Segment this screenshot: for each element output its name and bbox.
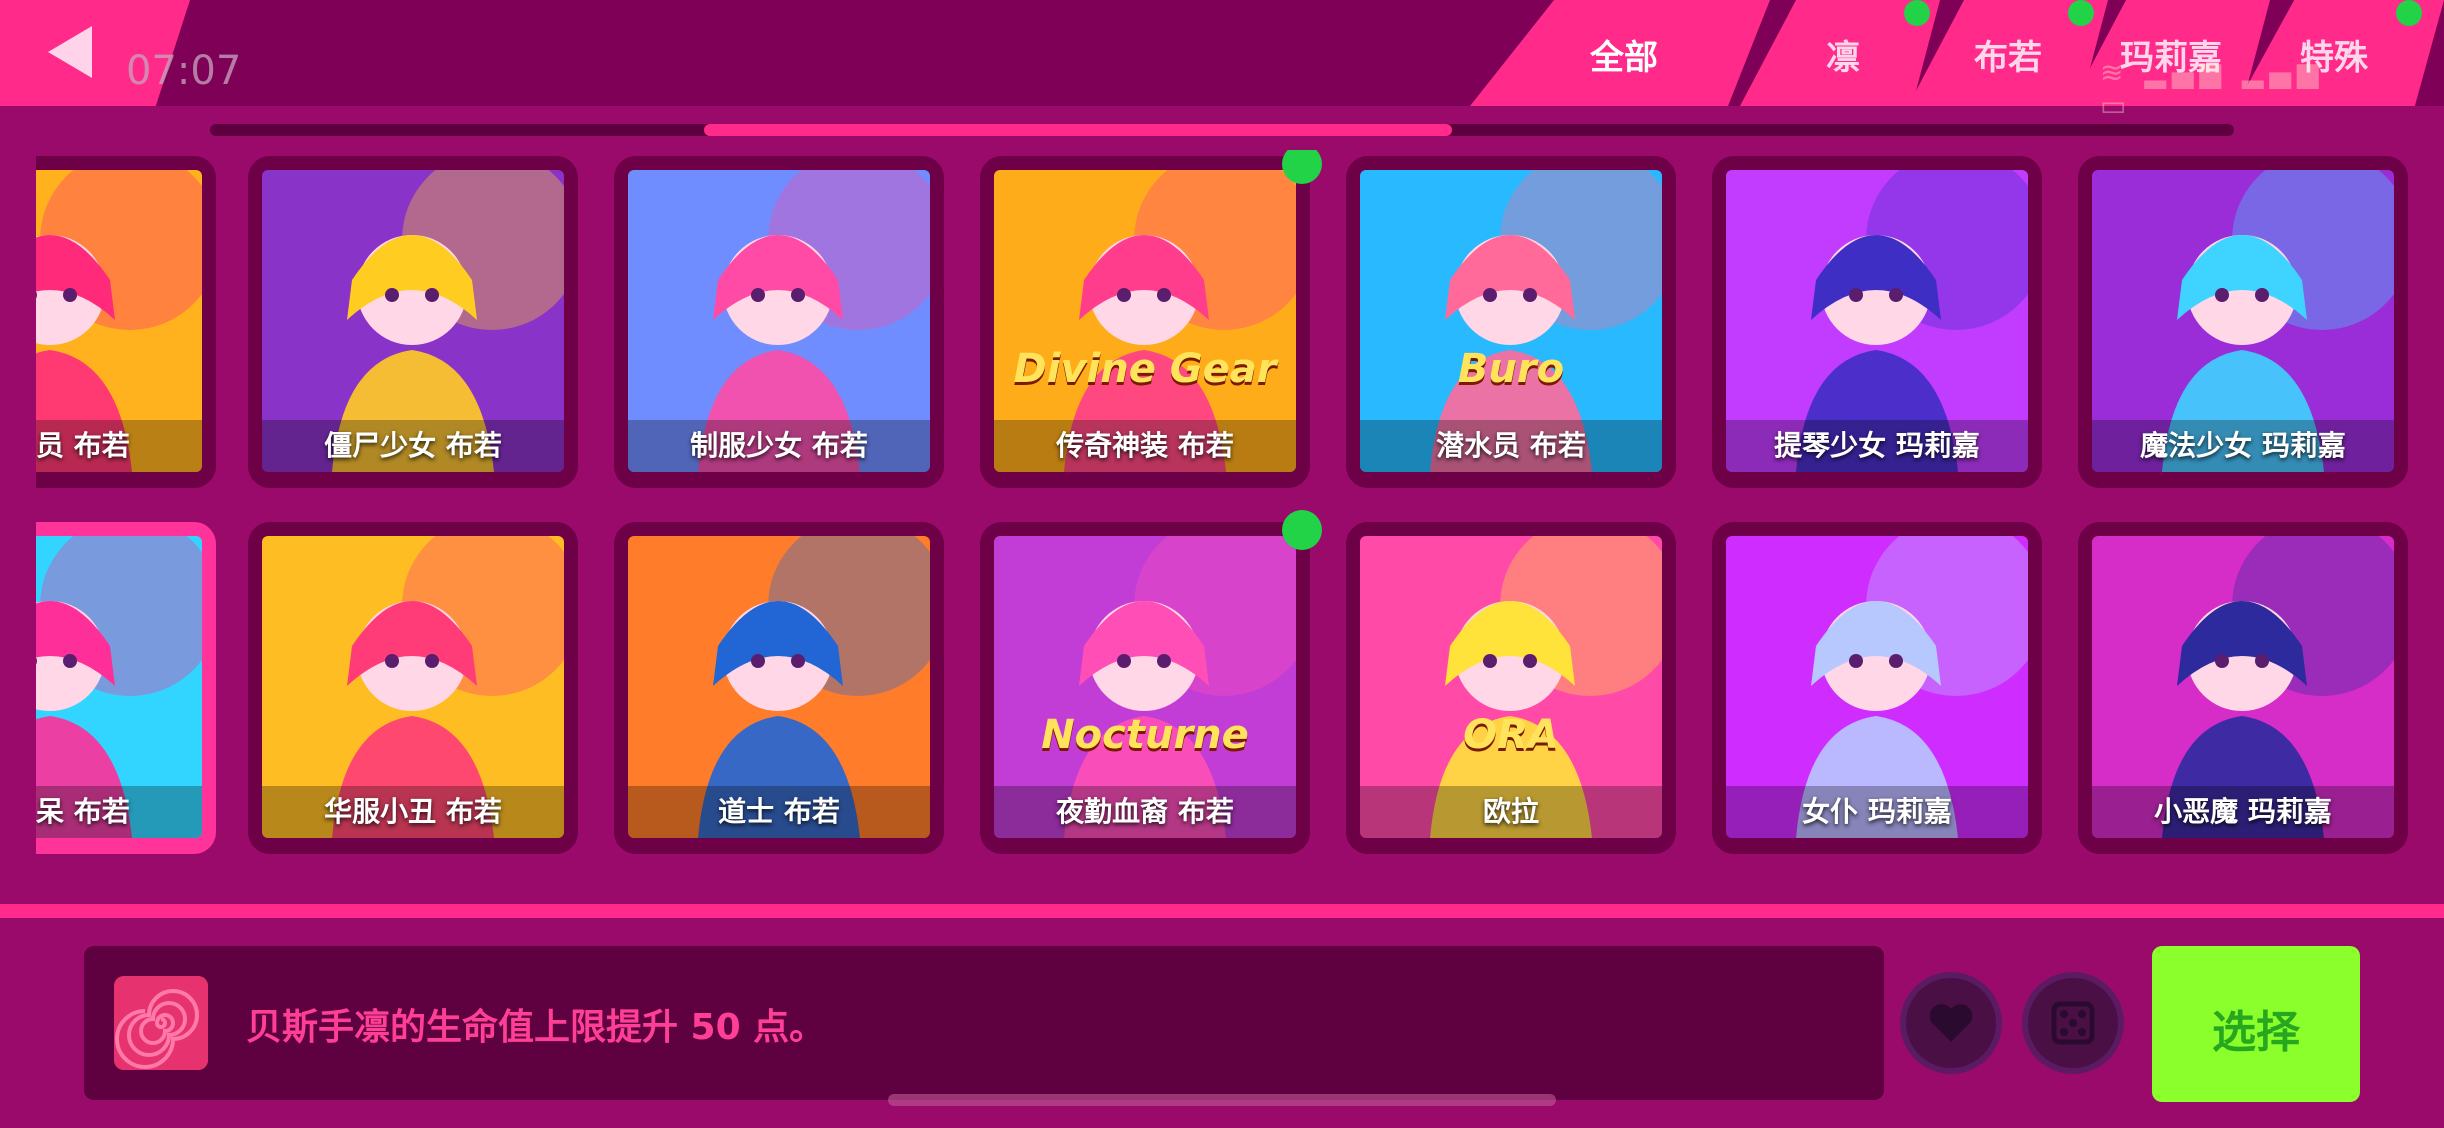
- new-item-dot: [1282, 150, 1322, 184]
- outfit-card[interactable]: Buro 潜水员 布若: [1346, 156, 1676, 488]
- tab-rin-notification-dot: [1904, 0, 1930, 26]
- outfit-card[interactable]: 员 布若: [36, 156, 216, 488]
- outfit-card-label: 小恶魔 玛莉嘉: [2154, 795, 2332, 828]
- outfit-card-label: 潜水员 布若: [1436, 429, 1586, 462]
- outfit-card[interactable]: 僵尸少女 布若: [248, 156, 578, 488]
- outfit-card[interactable]: 魔法少女 玛莉嘉: [2078, 156, 2408, 488]
- outfit-card-label: 呆 布若: [36, 795, 130, 828]
- favorite-button[interactable]: [1900, 972, 2002, 1074]
- outfit-card-label: 员 布若: [36, 429, 130, 462]
- outfit-card-label: 欧拉: [1482, 795, 1539, 828]
- outfit-card[interactable]: 呆 布若: [36, 522, 216, 854]
- outfit-card-label: 道士 布若: [718, 795, 840, 828]
- outfit-card-label: 僵尸少女 布若: [324, 429, 502, 462]
- tab-special-notification-dot: [2396, 0, 2422, 26]
- divider: [0, 904, 2444, 918]
- outfit-card[interactable]: 小恶魔 玛莉嘉: [2078, 522, 2408, 854]
- heart-icon: [1929, 1004, 1973, 1042]
- outfit-card-label: 女仆 玛莉嘉: [1802, 795, 1952, 828]
- top-bar: 07:07 全部 凛 布若 玛莉嘉 特殊 ≋ ▂▄▆ ▂▄▆ ▭: [0, 0, 2444, 122]
- back-arrow-icon: [48, 26, 92, 78]
- artwork-title-text: Nocturne: [1041, 712, 1249, 758]
- tab-label: 全部: [1590, 38, 1658, 78]
- outfit-card[interactable]: Nocturne 夜勤血裔 布若: [980, 510, 1322, 854]
- tab-label: 布若: [1974, 38, 2042, 78]
- description-text: 贝斯手凛的生命值上限提升 50 点。: [246, 1007, 826, 1048]
- outfit-card[interactable]: 制服少女 布若: [614, 156, 944, 488]
- outfit-card[interactable]: 道士 布若: [614, 522, 944, 854]
- dice-icon: [2051, 1001, 2095, 1045]
- tab-label: 凛: [1826, 38, 1860, 78]
- outfit-card[interactable]: ORA 欧拉: [1346, 522, 1676, 854]
- random-button[interactable]: [2022, 972, 2124, 1074]
- outfit-card[interactable]: Divine Gear 传奇神装 布若: [980, 150, 1322, 488]
- artwork-title-text: ORA: [1463, 712, 1559, 758]
- home-indicator[interactable]: [888, 1094, 1556, 1106]
- scrollbar-thumb[interactable]: [704, 124, 1452, 136]
- outfit-card[interactable]: 华服小丑 布若: [248, 522, 578, 854]
- outfit-card-label: 华服小丑 布若: [324, 795, 502, 828]
- outfit-card-label: 提琴少女 玛莉嘉: [1774, 429, 1980, 462]
- select-button-label: 选择: [2212, 1007, 2300, 1058]
- outfit-card[interactable]: 女仆 玛莉嘉: [1712, 522, 2042, 854]
- outfit-card[interactable]: 提琴少女 玛莉嘉: [1712, 156, 2042, 488]
- outfit-card-label: 制服少女 布若: [690, 429, 868, 462]
- outfit-card-label: 传奇神装 布若: [1056, 429, 1234, 462]
- outfit-grid: 员 布若 僵尸少女 布若 制服少女 布若 Divine Gear 传奇神装 布若 Buro…: [36, 150, 2444, 870]
- tab-buro-notification-dot: [2068, 0, 2094, 26]
- outfit-card-label: 魔法少女 玛莉嘉: [2140, 429, 2346, 462]
- outfit-card-label: 夜勤血裔 布若: [1056, 795, 1234, 828]
- artwork-title-text: Divine Gear: [1013, 346, 1277, 392]
- artwork-title-text: Buro: [1457, 346, 1565, 392]
- new-item-dot: [1282, 510, 1322, 550]
- tab-all[interactable]: 全部: [1470, 0, 1770, 106]
- status-icons: ≋ ▂▄▆ ▂▄▆ ▭: [2100, 56, 2325, 122]
- status-clock: 07:07: [126, 48, 242, 94]
- select-button[interactable]: 选择: [2152, 946, 2360, 1102]
- description-panel: 贝斯手凛的生命值上限提升 50 点。: [84, 946, 1884, 1100]
- spiral-icon: [114, 976, 208, 1070]
